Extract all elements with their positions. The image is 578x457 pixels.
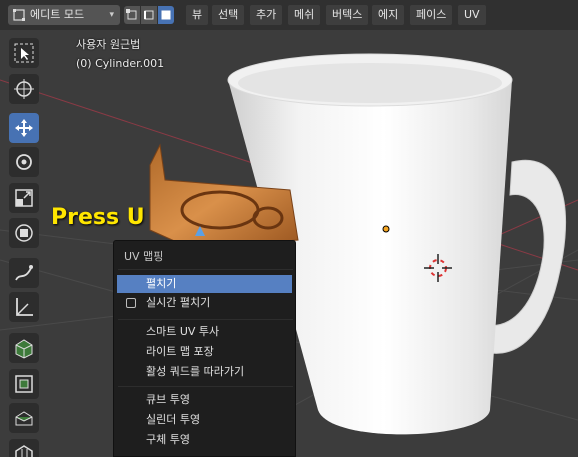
- face-select-button[interactable]: [158, 6, 174, 24]
- tool-move[interactable]: [9, 113, 39, 143]
- mode-select-dropdown[interactable]: 에디트 모드 ▾: [8, 5, 120, 25]
- menu-add[interactable]: 추가: [250, 5, 283, 25]
- viewport-header: 에디트 모드 ▾ 뷰 선택 추가 메쉬 버텍스 에지 페이스 UV: [0, 0, 578, 30]
- edge-select-button[interactable]: [141, 6, 157, 24]
- transform-icon: [15, 224, 33, 242]
- tool-cursor[interactable]: [9, 74, 39, 104]
- menu-select[interactable]: 선택: [212, 5, 245, 25]
- edge-select-icon: [144, 10, 154, 20]
- select-box-icon: [14, 43, 34, 63]
- add-cube-icon: [15, 339, 33, 359]
- menu-item-cylinder-projection[interactable]: 실린더 투영: [117, 411, 292, 429]
- menu-item-sphere-projection[interactable]: 구체 투영: [117, 431, 292, 449]
- menu-divider: [118, 386, 293, 387]
- vertex-select-icon: [126, 9, 137, 20]
- measure-icon: [16, 298, 33, 316]
- edit-mode-icon: [13, 9, 25, 21]
- uv-mapping-menu: UV 맵핑 펼치기 실시간 펼치기 스마트 UV 투사 라이트 맵 포장 활성 …: [113, 240, 296, 457]
- chevron-down-icon: ▾: [109, 10, 114, 20]
- active-object-label: (0) Cylinder.001: [76, 57, 165, 70]
- menu-item-live-unwrap[interactable]: 실시간 펼치기: [117, 294, 292, 312]
- view-name-label: 사용자 원근법: [76, 38, 141, 51]
- annotate-icon: [15, 265, 33, 281]
- tool-measure[interactable]: [9, 292, 39, 322]
- menu-item-lightmap-pack[interactable]: 라이트 맵 포장: [117, 343, 292, 361]
- inset-icon: [15, 411, 33, 426]
- move-icon: [15, 119, 33, 137]
- vertex-select-button[interactable]: [124, 6, 140, 24]
- mug-opening: [238, 63, 502, 103]
- menu-mesh[interactable]: 메쉬: [288, 5, 321, 25]
- tool-rotate[interactable]: [9, 147, 39, 177]
- menu-view[interactable]: 뷰: [186, 5, 209, 25]
- menu-item-cube-projection[interactable]: 큐브 투영: [117, 391, 292, 409]
- object-origin: [382, 225, 390, 233]
- tool-shelf: [0, 30, 52, 457]
- scale-icon: [15, 189, 33, 207]
- bevel-icon: [15, 445, 33, 457]
- menu-face[interactable]: 페이스: [410, 5, 453, 25]
- press-u-annotation: Press U: [51, 205, 145, 230]
- menu-item-follow-active-quads[interactable]: 활성 쿼드를 따라가기: [117, 363, 292, 381]
- blender-window: 에디트 모드 ▾ 뷰 선택 추가 메쉬 버텍스 에지 페이스 UV 사용자 원근…: [0, 0, 578, 457]
- menu-edge[interactable]: 에지: [372, 5, 405, 25]
- live-unwrap-label: 실시간 펼치기: [146, 296, 211, 309]
- menu-divider: [118, 319, 293, 320]
- tool-bevel[interactable]: [9, 439, 39, 457]
- menu-uv[interactable]: UV: [458, 5, 486, 25]
- extrude-icon: [15, 375, 33, 393]
- tool-transform[interactable]: [9, 218, 39, 248]
- tool-inset[interactable]: [9, 403, 39, 433]
- live-unwrap-checkbox[interactable]: [126, 298, 136, 308]
- tool-extrude[interactable]: [9, 369, 39, 399]
- cursor-icon: [14, 79, 34, 99]
- menu-vertex[interactable]: 버텍스: [326, 5, 369, 25]
- tool-select-box[interactable]: [9, 38, 39, 68]
- menu-item-unwrap[interactable]: 펼치기: [117, 275, 292, 293]
- rotate-icon: [16, 154, 32, 170]
- face-select-icon: [161, 10, 171, 20]
- menu-item-smart-uv-project[interactable]: 스마트 UV 투사: [117, 323, 292, 341]
- menu-divider: [118, 269, 293, 270]
- tool-annotate[interactable]: [9, 258, 39, 288]
- mode-label: 에디트 모드: [30, 8, 85, 21]
- tool-add-cube[interactable]: [9, 333, 39, 363]
- tool-scale[interactable]: [9, 183, 39, 213]
- menu-title: UV 맵핑: [124, 250, 164, 263]
